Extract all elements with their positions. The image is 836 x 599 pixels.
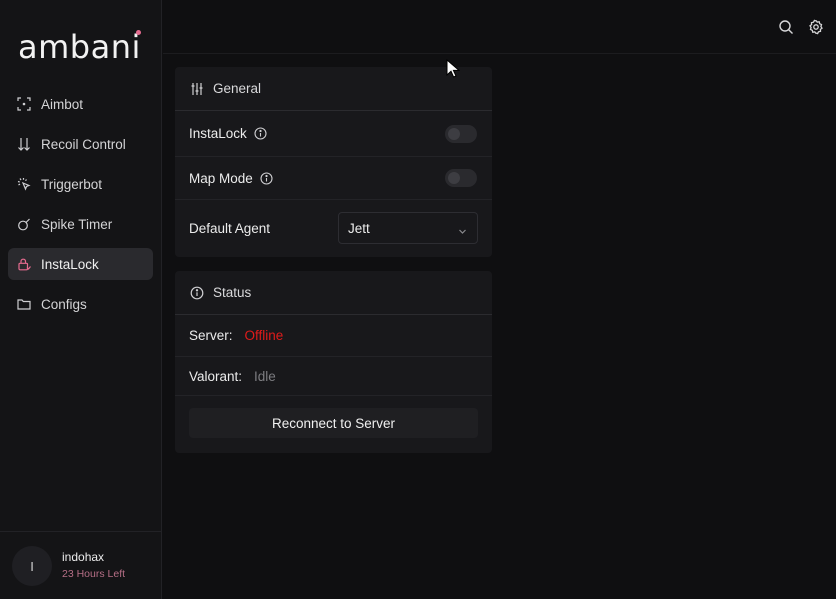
username: indohax <box>62 550 105 564</box>
sidebar-item-aimbot[interactable]: Aimbot <box>8 88 153 120</box>
logo: ambani <box>18 28 141 66</box>
user-panel: I indohax 23 Hours Left <box>0 531 162 599</box>
card-title: General <box>213 81 262 96</box>
sidebar-item-spike-timer[interactable]: Spike Timer <box>8 208 153 240</box>
valorant-label: Valorant: <box>189 368 243 384</box>
logo-dot <box>136 30 141 35</box>
default-agent-row: Default Agent Jett <box>175 200 492 256</box>
topbar <box>163 0 836 54</box>
general-card-header: General <box>175 67 492 111</box>
status-card: Status Server: Offline Valorant: Idle Re… <box>175 271 492 453</box>
info-icon <box>190 286 204 300</box>
info-icon[interactable] <box>254 127 267 140</box>
server-status-value: Offline <box>244 328 284 343</box>
bomb-icon <box>17 217 31 231</box>
instalock-row: InstaLock <box>175 111 492 157</box>
default-agent-select[interactable]: Jett <box>338 212 478 244</box>
app-window: ambani Aimbot Recoil Control Triggerbot … <box>0 0 836 599</box>
search-icon[interactable] <box>778 19 794 35</box>
toggle-knob <box>448 172 460 184</box>
mouse-cursor-icon <box>446 59 460 78</box>
sidebar-item-triggerbot[interactable]: Triggerbot <box>8 168 153 200</box>
click-icon <box>17 177 31 191</box>
folder-icon <box>17 297 31 311</box>
gear-icon[interactable] <box>808 19 824 35</box>
reconnect-row: Reconnect to Server <box>175 396 492 452</box>
crosshair-icon <box>17 97 31 111</box>
sliders-icon <box>190 82 204 96</box>
info-icon[interactable] <box>260 171 273 185</box>
instalock-label: InstaLock <box>189 126 247 141</box>
sidebar-item-recoil-control[interactable]: Recoil Control <box>8 128 153 160</box>
status-card-header: Status <box>175 271 492 315</box>
sidebar-item-label: InstaLock <box>41 256 99 272</box>
sidebar-item-label: Triggerbot <box>41 176 103 192</box>
server-status-row: Server: Offline <box>175 315 492 357</box>
valorant-status-value: Idle <box>254 368 276 384</box>
card-title: Status <box>213 285 252 300</box>
sidebar: ambani Aimbot Recoil Control Triggerbot … <box>0 0 162 599</box>
toggle-knob <box>448 127 460 140</box>
instalock-toggle[interactable] <box>445 124 477 143</box>
subscription-status: 23 Hours Left <box>62 568 126 580</box>
avatar[interactable]: I <box>12 546 52 586</box>
valorant-status-row: Valorant: Idle <box>175 357 492 396</box>
sidebar-item-label: Spike Timer <box>41 216 113 232</box>
sidebar-item-label: Recoil Control <box>41 136 126 152</box>
arrows-down-icon <box>17 137 31 151</box>
map-mode-label: Map Mode <box>189 170 253 186</box>
sidebar-nav: Aimbot Recoil Control Triggerbot Spike T… <box>8 88 153 328</box>
default-agent-label: Default Agent <box>189 220 271 236</box>
select-value: Jett <box>348 220 370 236</box>
chevron-down-icon <box>458 224 467 234</box>
map-mode-row: Map Mode <box>175 157 492 200</box>
sidebar-item-label: Configs <box>41 296 87 312</box>
map-mode-toggle[interactable] <box>445 169 477 187</box>
server-label: Server: <box>189 328 233 343</box>
lock-icon <box>17 257 31 271</box>
sidebar-item-instalock[interactable]: InstaLock <box>8 248 153 280</box>
reconnect-button[interactable]: Reconnect to Server <box>189 408 478 438</box>
sidebar-item-configs[interactable]: Configs <box>8 288 153 320</box>
general-card: General InstaLock Map Mode Default Agent <box>175 67 492 257</box>
sidebar-item-label: Aimbot <box>41 96 84 112</box>
